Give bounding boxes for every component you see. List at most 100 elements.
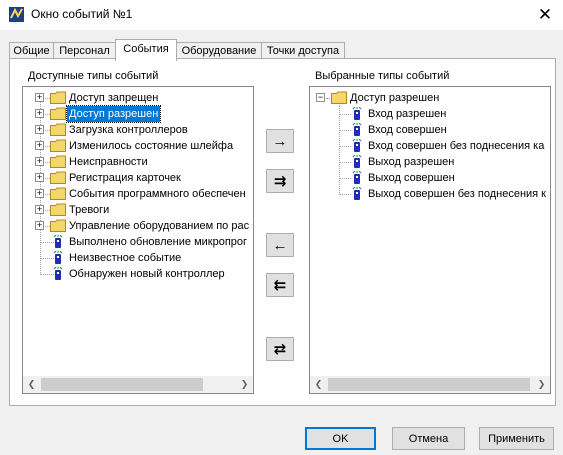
tree-item[interactable]: + Управление оборудованием по рас [23, 218, 253, 234]
tree-item[interactable]: Выход совершен без поднесения к [310, 186, 550, 202]
tree-item[interactable]: + Регистрация карточек [23, 170, 253, 186]
tree-item-label: Выход совершен без поднесения к [368, 188, 546, 200]
tree-item[interactable]: + Изменилось состояние шлейфа [23, 138, 253, 154]
scroll-right-icon[interactable]: ❯ [236, 376, 253, 393]
folder-icon [50, 187, 66, 200]
tree-item-label: Регистрация карточек [69, 172, 181, 184]
selected-label: Выбранные типы событий [315, 70, 450, 82]
expand-icon[interactable]: + [35, 125, 44, 134]
scroll-left-icon[interactable]: ❮ [310, 376, 327, 393]
tree-item[interactable]: + Доступ запрещен [23, 90, 253, 106]
scroll-right-icon[interactable]: ❯ [533, 376, 550, 393]
tree-item-label: Выход совершен [368, 172, 455, 184]
folder-icon [331, 91, 347, 104]
tree-connector [339, 162, 351, 163]
add-all-button[interactable]: ⇉ [266, 169, 294, 193]
available-events-tree[interactable]: + Доступ запрещен + Доступ разрешен + Загрузк… [22, 86, 254, 394]
folder-icon [50, 123, 66, 136]
folder-icon [50, 139, 66, 152]
tree-item[interactable]: Неизвестное событие [23, 250, 253, 266]
expand-icon[interactable]: + [35, 205, 44, 214]
available-hscrollbar[interactable]: ❮ ❯ [23, 376, 253, 393]
expand-icon[interactable]: + [35, 141, 44, 150]
tree-item[interactable]: + События программного обеспечен [23, 186, 253, 202]
expand-icon[interactable]: + [35, 157, 44, 166]
tree-item[interactable]: + Неисправности [23, 154, 253, 170]
remove-button[interactable]: ← [266, 233, 294, 257]
tree-item-label: События программного обеспечен [69, 188, 246, 200]
event-icon [53, 235, 63, 248]
close-icon: ✕ [537, 5, 553, 24]
event-icon [352, 171, 362, 184]
expand-icon[interactable]: + [35, 189, 44, 198]
cancel-button[interactable]: Отмена [392, 427, 465, 450]
tree-item-label: Доступ разрешен [350, 92, 440, 104]
ok-button[interactable]: OK [305, 427, 376, 450]
tab-events[interactable]: События [115, 39, 177, 61]
scroll-left-icon[interactable]: ❮ [23, 376, 40, 393]
scroll-thumb[interactable] [328, 378, 530, 391]
remove-all-button[interactable]: ⇇ [266, 273, 294, 297]
folder-icon [50, 203, 66, 216]
events-panel: Доступные типы событий Выбранные типы со… [9, 58, 556, 406]
tree-item-label: Неисправности [69, 156, 148, 168]
scroll-thumb[interactable] [41, 378, 203, 391]
tree-root-item[interactable]: − Доступ разрешен [310, 90, 550, 106]
expand-icon[interactable]: + [35, 173, 44, 182]
tree-item-label: Обнаружен новый контроллер [69, 268, 225, 280]
tree-connector [40, 242, 54, 243]
double-arrow-right-icon: ⇉ [273, 173, 287, 190]
apply-button[interactable]: Применить [479, 427, 554, 450]
event-icon [53, 267, 63, 280]
tree-connector [339, 146, 351, 147]
folder-icon [50, 155, 66, 168]
app-icon [9, 7, 24, 22]
tree-item[interactable]: Выход разрешен [310, 154, 550, 170]
tree-item-label: Вход разрешен [368, 108, 447, 120]
tree-item[interactable]: + Тревоги [23, 202, 253, 218]
tree-connector [40, 274, 54, 275]
tree-connector [339, 178, 351, 179]
folder-icon [50, 91, 66, 104]
tree-item[interactable]: + Загрузка контроллеров [23, 122, 253, 138]
tree-item-label: Загрузка контроллеров [69, 124, 188, 136]
tree-item[interactable]: Вход совершен без поднесения ка [310, 138, 550, 154]
expand-icon[interactable]: + [35, 109, 44, 118]
tree-item-label: Вход совершен [368, 124, 447, 136]
event-icon [352, 187, 362, 200]
tree-connector [40, 258, 54, 259]
tree-item[interactable]: Вход совершен [310, 122, 550, 138]
event-icon [352, 139, 362, 152]
swap-arrows-icon: ⇄ [273, 341, 287, 358]
expand-icon[interactable]: + [35, 93, 44, 102]
double-arrow-left-icon: ⇇ [273, 277, 287, 294]
tree-item-label: Выполнено обновление микропрог [69, 236, 248, 248]
tree-item-label: Доступ разрешен [65, 105, 162, 123]
selected-events-tree[interactable]: − Доступ разрешен Вход разрешен Вход соверш… [309, 86, 551, 394]
selected-hscrollbar[interactable]: ❮ ❯ [310, 376, 550, 393]
arrow-right-icon: → [272, 132, 288, 150]
folder-icon [50, 107, 66, 120]
tree-item-label: Управление оборудованием по рас [69, 220, 250, 232]
tree-connector [339, 114, 351, 115]
tree-connector [339, 130, 351, 131]
tree-item[interactable]: Вход разрешен [310, 106, 550, 122]
event-icon [352, 123, 362, 136]
tree-item[interactable]: Обнаружен новый контроллер [23, 266, 253, 282]
add-button[interactable]: → [266, 129, 294, 153]
collapse-icon[interactable]: − [316, 93, 325, 102]
event-icon [352, 107, 362, 120]
window-title: Окно событий №1 [31, 7, 133, 21]
expand-icon[interactable]: + [35, 221, 44, 230]
tree-item-label: Тревоги [69, 204, 110, 216]
close-button[interactable]: ✕ [527, 0, 563, 30]
tree-item[interactable]: Выход совершен [310, 170, 550, 186]
swap-button[interactable]: ⇄ [266, 337, 294, 361]
tree-item-label: Выход разрешен [368, 156, 455, 168]
tree-item-label: Изменилось состояние шлейфа [69, 140, 234, 152]
arrow-left-icon: ← [272, 236, 288, 254]
tree-item[interactable]: + Доступ разрешен [23, 105, 253, 123]
tree-item[interactable]: Выполнено обновление микропрог [23, 234, 253, 250]
title-bar: Окно событий №1 ✕ [0, 0, 563, 30]
tree-item-label: Вход совершен без поднесения ка [368, 140, 545, 152]
